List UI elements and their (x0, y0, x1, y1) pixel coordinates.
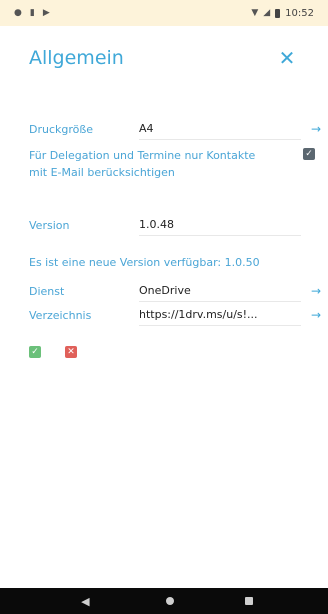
header: Allgemein ✕ (0, 40, 328, 76)
arrow-right-icon[interactable]: → (301, 308, 321, 322)
update-notice[interactable]: Es ist eine neue Version verfügbar: 1.0.… (29, 256, 321, 269)
check-icon[interactable]: ✓ (29, 346, 41, 358)
delegation-label: Für Delegation und Termine nur Kontakte … (29, 149, 256, 179)
version-label: Version (29, 218, 70, 232)
arrow-right-icon[interactable]: → (301, 284, 321, 298)
version-row: Version 1.0.48 (29, 214, 321, 236)
notification-dot-icon: ● (14, 7, 22, 18)
directory-row[interactable]: Verzeichnis https://1drv.ms/u/s!... → (29, 304, 321, 326)
back-icon[interactable]: ◀ (75, 595, 95, 608)
version-value: 1.0.48 (139, 214, 301, 236)
recents-icon[interactable] (244, 597, 253, 605)
service-row[interactable]: Dienst OneDrive → (29, 280, 321, 302)
x-icon[interactable]: ✕ (65, 346, 77, 358)
print-size-value: A4 (139, 118, 301, 140)
signal-icon: ◢ (263, 7, 271, 18)
directory-value: https://1drv.ms/u/s!... (139, 304, 301, 326)
status-time: 10:52 (285, 7, 314, 19)
arrow-right-icon[interactable]: → (301, 122, 321, 136)
status-bar: ● ▮ ▶ ▼ ◢ 10:52 (0, 0, 328, 26)
sim-icon: ▮ (29, 7, 35, 18)
service-label: Dienst (29, 284, 65, 298)
battery-icon (275, 8, 281, 18)
play-store-icon: ▶ (42, 7, 50, 18)
status-right-icons: ▼ ◢ 10:52 (251, 8, 314, 19)
navigation-bar: ◀ (0, 588, 328, 614)
status-left-icons: ● ▮ ▶ (14, 7, 50, 18)
print-size-row[interactable]: Druckgröße A4 → (29, 118, 321, 140)
action-buttons: ✓ ✕ (29, 346, 77, 358)
home-icon[interactable] (165, 597, 174, 605)
print-size-label: Druckgröße (29, 122, 94, 136)
page-title: Allgemein (29, 47, 124, 69)
service-value: OneDrive (139, 280, 301, 302)
directory-label: Verzeichnis (29, 308, 92, 322)
close-icon[interactable]: ✕ (275, 48, 299, 68)
wifi-icon: ▼ (251, 7, 259, 18)
delegation-checkbox[interactable]: ✓ (303, 148, 315, 160)
